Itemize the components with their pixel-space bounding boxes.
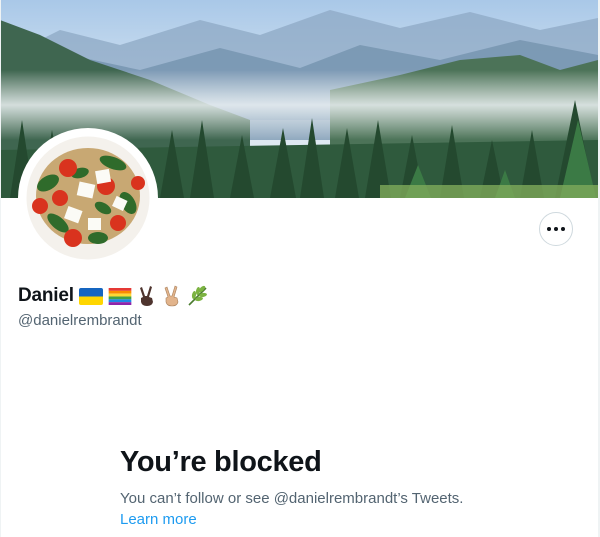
more-horizontal-icon	[547, 227, 565, 231]
profile-name-row: Daniel	[18, 283, 209, 309]
herb-icon	[187, 285, 209, 307]
victory-hand-medium-light-icon	[162, 285, 182, 307]
display-name: Daniel	[18, 285, 74, 306]
avatar-salad-image	[21, 131, 155, 265]
profile-handle: @danielrembrandt	[18, 312, 142, 329]
profile-avatar[interactable]	[18, 128, 158, 268]
blocked-title: You’re blocked	[120, 446, 322, 478]
blocked-message: You can’t follow or see @danielrembrandt…	[120, 490, 464, 507]
rainbow-flag-icon	[108, 287, 132, 305]
victory-hand-dark-icon	[137, 285, 157, 307]
ukraine-flag-icon	[78, 287, 103, 305]
profile-page: Daniel @danielrembrandt You’re blocked Y…	[0, 0, 600, 537]
learn-more-link[interactable]: Learn more	[120, 511, 197, 528]
left-border	[0, 0, 1, 537]
more-options-button[interactable]	[539, 212, 573, 246]
